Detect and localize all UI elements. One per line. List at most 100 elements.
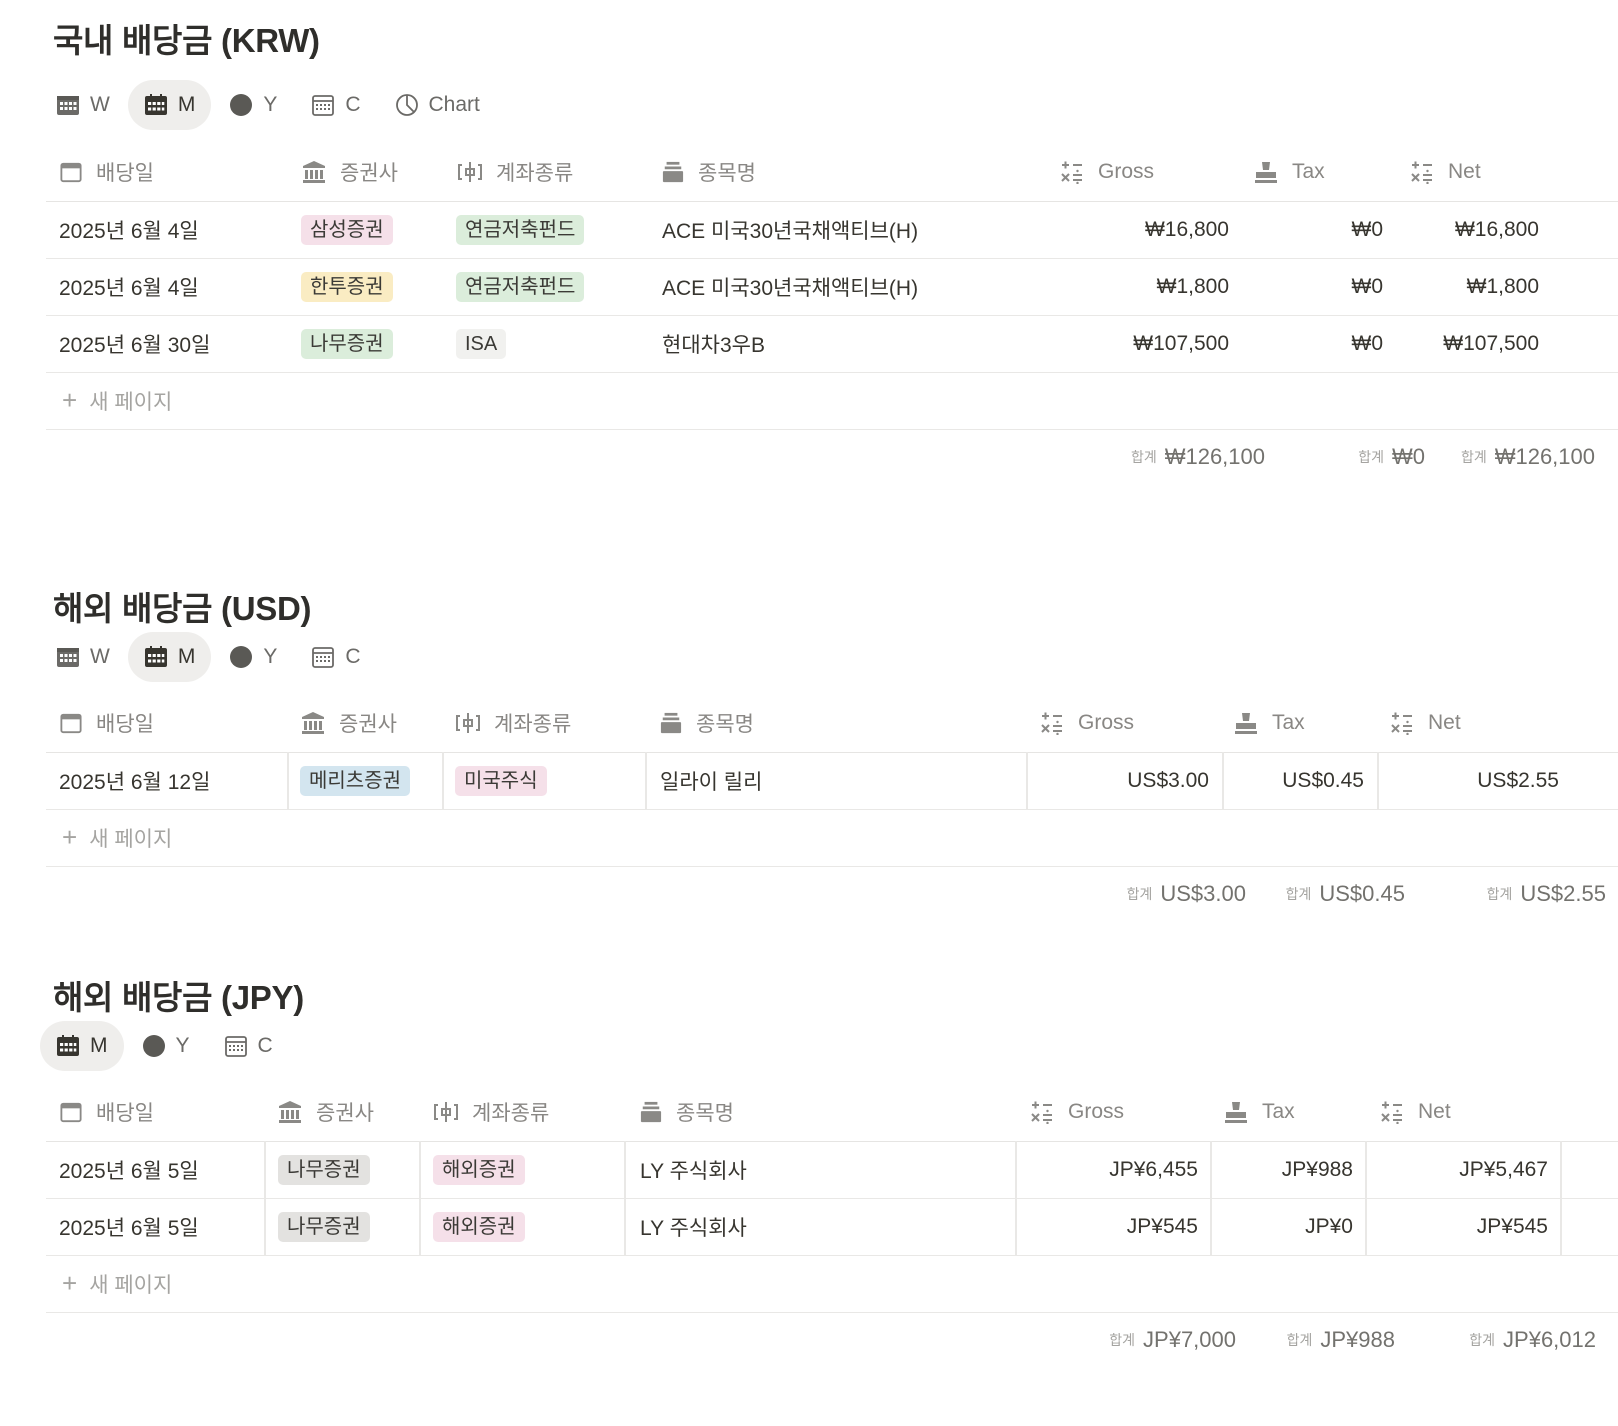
column-header-broker[interactable]: 증권사 bbox=[302, 143, 398, 201]
calendar-icon bbox=[60, 1101, 82, 1123]
calendar-icon bbox=[311, 645, 335, 669]
calendar-icon bbox=[60, 712, 82, 734]
net-cell: ₩16,800 bbox=[1454, 217, 1539, 241]
calendar-week-icon bbox=[56, 93, 80, 117]
stack-icon bbox=[640, 1101, 662, 1123]
column-header-stock[interactable]: 종목명 bbox=[660, 694, 754, 752]
column-header-account[interactable]: 계좌종류 bbox=[434, 1083, 549, 1141]
section-usd: 해외 배당금 (USD) W M Y C 배당일 증권사 계좌종류 종목명 Gr… bbox=[0, 568, 1618, 948]
broker-tag: 메리츠증권 bbox=[300, 765, 410, 796]
table-row[interactable]: 2025년 6월 12일 메리츠증권 미국주식 일라이 릴리 US$3.00 U… bbox=[46, 752, 1618, 810]
column-header-gross[interactable]: Gross bbox=[1060, 143, 1154, 201]
tab-week[interactable]: W bbox=[40, 80, 126, 130]
new-page-button[interactable]: + 새 페이지 bbox=[62, 809, 172, 866]
formula-icon bbox=[1390, 711, 1414, 735]
sum-tax[interactable]: 합계 JP¥988 bbox=[1230, 1325, 1395, 1355]
tab-chart[interactable]: Chart bbox=[379, 80, 496, 130]
new-page-button[interactable]: + 새 페이지 bbox=[62, 372, 172, 429]
table-row[interactable]: 2025년 6월 4일 삼성증권 연금저축펀드 ACE 미국30년국채액티브(H… bbox=[46, 201, 1618, 259]
account-cell: 해외증권 bbox=[433, 1141, 525, 1198]
sum-net[interactable]: 합계 US$2.55 bbox=[1410, 879, 1606, 909]
account-cell: 연금저축펀드 bbox=[456, 201, 585, 258]
column-header-tax[interactable]: Tax bbox=[1254, 143, 1325, 201]
section-title-usd: 해외 배당금 (USD) bbox=[53, 590, 312, 627]
column-header-stock[interactable]: 종목명 bbox=[662, 143, 756, 201]
column-header-account[interactable]: 계좌종류 bbox=[456, 694, 571, 752]
calendar-month-icon bbox=[144, 93, 168, 117]
column-header-account[interactable]: 계좌종류 bbox=[458, 143, 573, 201]
account-cell: 미국주식 bbox=[455, 752, 547, 809]
column-header-net[interactable]: Net bbox=[1390, 694, 1461, 752]
tab-year[interactable]: Y bbox=[213, 632, 293, 682]
table-row[interactable]: 2025년 6월 30일 나무증권 ISA 현대차3우B ₩107,500 ₩0… bbox=[46, 315, 1618, 373]
table-row[interactable]: 2025년 6월 5일 나무증권 해외증권 LY 주식회사 JP¥6,455 J… bbox=[46, 1141, 1618, 1199]
new-page-row: + 새 페이지 bbox=[46, 809, 1618, 867]
table-row[interactable]: 2025년 6월 5일 나무증권 해외증권 LY 주식회사 JP¥545 JP¥… bbox=[46, 1198, 1618, 1256]
sum-tax[interactable]: 합계 US$0.45 bbox=[1240, 879, 1405, 909]
section-jpy: 해외 배당금 (JPY) M Y C 배당일 증권사 계좌종류 종목명 Gros… bbox=[0, 957, 1618, 1426]
tab-year[interactable]: Y bbox=[213, 80, 293, 130]
stock-cell: LY 주식회사 bbox=[640, 1159, 747, 1183]
column-header-date[interactable]: 배당일 bbox=[60, 694, 154, 752]
broker-tag: 나무증권 bbox=[278, 1211, 370, 1242]
gross-cell: ₩16,800 bbox=[1144, 217, 1229, 241]
table-header-krw: 배당일 증권사 계좌종류 종목명 Gross Tax Net bbox=[46, 143, 1618, 202]
sum-net[interactable]: 합계 ₩126,100 bbox=[1400, 442, 1595, 472]
tab-week[interactable]: W bbox=[40, 632, 126, 682]
stamp-icon bbox=[1234, 711, 1258, 735]
gross-cell: US$3.00 bbox=[1127, 768, 1209, 792]
broker-tag: 나무증권 bbox=[301, 328, 393, 359]
net-cell: ₩107,500 bbox=[1443, 331, 1539, 355]
tab-calendar[interactable]: C bbox=[208, 1021, 289, 1071]
column-header-gross[interactable]: Gross bbox=[1030, 1083, 1124, 1141]
formula-icon bbox=[1060, 160, 1084, 184]
account-tag: 해외증권 bbox=[433, 1211, 525, 1242]
gross-cell: ₩1,800 bbox=[1156, 274, 1229, 298]
tab-calendar[interactable]: C bbox=[295, 80, 376, 130]
date-cell: 2025년 6월 4일 bbox=[59, 219, 199, 243]
broker-cell: 나무증권 bbox=[278, 1198, 370, 1255]
sum-gross[interactable]: 합계 ₩126,100 bbox=[1060, 442, 1265, 472]
calendar-week-icon bbox=[56, 645, 80, 669]
new-page-row: + 새 페이지 bbox=[46, 1255, 1618, 1313]
table-row[interactable]: 2025년 6월 4일 한투증권 연금저축펀드 ACE 미국30년국채액티브(H… bbox=[46, 258, 1618, 316]
formula-icon bbox=[1030, 1100, 1054, 1124]
new-page-button[interactable]: + 새 페이지 bbox=[62, 1255, 172, 1312]
formula-icon bbox=[1410, 160, 1434, 184]
account-tag: 해외증권 bbox=[433, 1154, 525, 1185]
column-header-broker[interactable]: 증권사 bbox=[278, 1083, 374, 1141]
column-header-tax[interactable]: Tax bbox=[1234, 694, 1305, 752]
calendar-month-icon bbox=[144, 645, 168, 669]
column-header-tax[interactable]: Tax bbox=[1224, 1083, 1295, 1141]
column-header-stock[interactable]: 종목명 bbox=[640, 1083, 734, 1141]
formula-icon bbox=[1040, 711, 1064, 735]
column-header-gross[interactable]: Gross bbox=[1040, 694, 1134, 752]
column-header-date[interactable]: 배당일 bbox=[60, 1083, 154, 1141]
multi-select-icon bbox=[458, 160, 482, 184]
broker-cell: 메리츠증권 bbox=[300, 752, 410, 809]
sum-net[interactable]: 합계 JP¥6,012 bbox=[1400, 1325, 1596, 1355]
net-cell: JP¥5,467 bbox=[1459, 1157, 1548, 1181]
column-header-net[interactable]: Net bbox=[1380, 1083, 1451, 1141]
column-header-date[interactable]: 배당일 bbox=[60, 143, 154, 201]
tab-month[interactable]: M bbox=[40, 1021, 124, 1071]
tab-month[interactable]: M bbox=[127, 80, 212, 130]
tax-cell: JP¥0 bbox=[1305, 1214, 1353, 1238]
stock-cell: LY 주식회사 bbox=[640, 1216, 747, 1240]
tab-year[interactable]: Y bbox=[126, 1021, 206, 1071]
column-header-broker[interactable]: 증권사 bbox=[301, 694, 397, 752]
broker-cell: 나무증권 bbox=[278, 1141, 370, 1198]
broker-tag: 삼성증권 bbox=[301, 214, 393, 245]
section-title-krw: 국내 배당금 (KRW) bbox=[53, 22, 320, 59]
tax-cell: ₩0 bbox=[1351, 274, 1384, 298]
multi-select-icon bbox=[456, 711, 480, 735]
broker-tag: 나무증권 bbox=[278, 1154, 370, 1185]
column-header-net[interactable]: Net bbox=[1410, 143, 1481, 201]
date-cell: 2025년 6월 4일 bbox=[59, 276, 199, 300]
tab-calendar[interactable]: C bbox=[295, 632, 376, 682]
section-krw: 국내 배당금 (KRW) W M Y C Chart 배당일 증권사 계좌종류 … bbox=[0, 0, 1618, 490]
bank-icon bbox=[301, 711, 325, 735]
sum-gross[interactable]: 합계 JP¥7,000 bbox=[1040, 1325, 1236, 1355]
tab-month[interactable]: M bbox=[127, 632, 212, 682]
sum-gross[interactable]: 합계 US$3.00 bbox=[1050, 879, 1246, 909]
